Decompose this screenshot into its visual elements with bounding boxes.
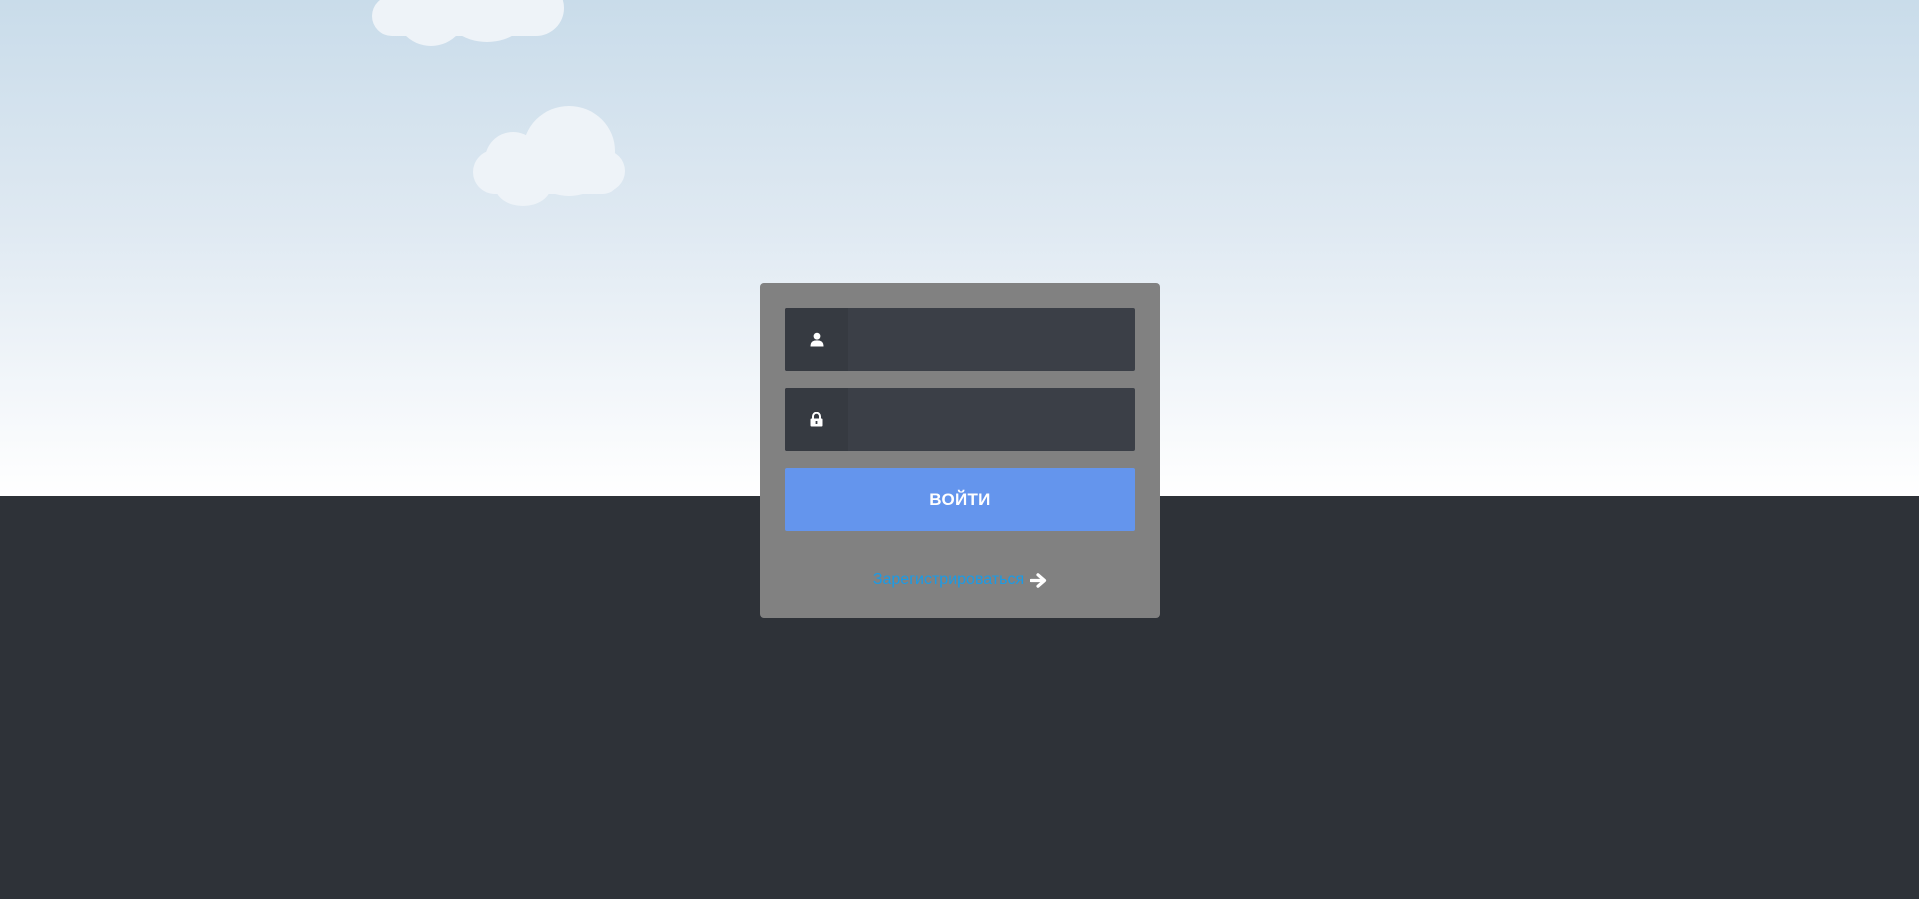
login-card: ВОЙТИ Зарегистрироваться: [760, 283, 1160, 618]
password-input[interactable]: [848, 388, 1135, 451]
username-input[interactable]: [848, 308, 1135, 371]
password-field-group: [785, 388, 1135, 451]
cloud-decoration: [473, 106, 625, 206]
register-link[interactable]: Зарегистрироваться: [873, 571, 1024, 589]
user-icon: [785, 308, 848, 371]
arrow-right-icon[interactable]: [1030, 572, 1047, 588]
lock-icon: [785, 388, 848, 451]
cloud-decoration: [372, 0, 564, 50]
username-field-group: [785, 308, 1135, 371]
register-row: Зарегистрироваться: [760, 569, 1160, 591]
login-button[interactable]: ВОЙТИ: [785, 468, 1135, 531]
login-page: ВОЙТИ Зарегистрироваться: [0, 0, 1919, 899]
